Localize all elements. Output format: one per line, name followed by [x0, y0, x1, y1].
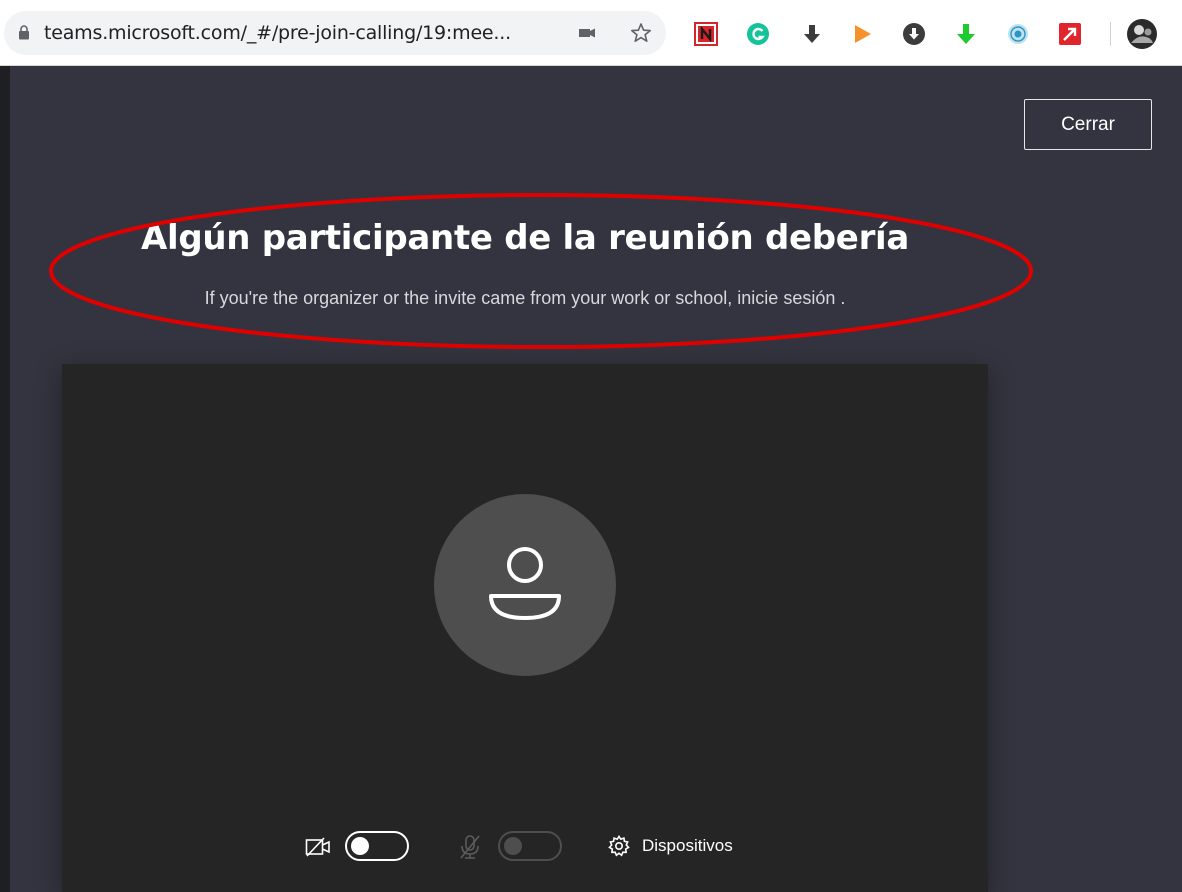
address-bar[interactable]: teams.microsoft.com/_#/pre-join-calling/… [4, 11, 666, 55]
camera-toggle-knob [351, 837, 369, 855]
page-title: Algún participante de la reunión debería [140, 218, 910, 258]
subtitle-text: If you're the organizer or the invite ca… [204, 288, 738, 308]
download-circle-icon[interactable] [902, 22, 926, 46]
devices-button[interactable]: Dispositivos [607, 833, 733, 859]
url-text[interactable]: teams.microsoft.com/_#/pre-join-calling/… [44, 22, 511, 44]
left-edge [0, 66, 10, 892]
download-icon[interactable] [800, 22, 824, 46]
signin-link[interactable]: inicie sesión [737, 288, 835, 308]
mic-toggle-knob [504, 837, 522, 855]
grammarly-icon[interactable] [746, 22, 770, 46]
lock-icon[interactable] [18, 25, 30, 40]
newsguard-icon[interactable] [694, 22, 718, 46]
bookmark-star-icon[interactable] [630, 22, 652, 44]
page-subtitle: If you're the organizer or the invite ca… [0, 288, 1050, 309]
camera-toggle[interactable] [345, 831, 409, 861]
camera-off-icon [305, 837, 330, 857]
play-icon[interactable] [850, 22, 874, 46]
prejoin-screen: Cerrar Algún participante de la reunión … [0, 66, 1182, 892]
toolbar-separator [1110, 22, 1111, 46]
device-controls: Dispositivos [62, 822, 988, 870]
mic-off-icon [460, 835, 480, 859]
annotation-ellipse [49, 193, 1033, 349]
acrobat-icon[interactable] [1058, 22, 1082, 46]
subtitle-suffix: . [835, 288, 846, 308]
devices-label: Dispositivos [642, 836, 733, 855]
close-button[interactable]: Cerrar [1024, 99, 1152, 150]
camera-icon[interactable] [576, 22, 598, 44]
video-preview: Dispositivos [62, 364, 988, 892]
gear-icon [608, 835, 630, 857]
person-icon [489, 547, 561, 620]
globe-extension-icon[interactable] [1006, 22, 1030, 46]
green-download-icon[interactable] [954, 22, 978, 46]
profile-avatar-icon[interactable] [1126, 18, 1158, 50]
avatar [434, 494, 616, 676]
mic-toggle[interactable] [498, 831, 562, 861]
browser-toolbar: teams.microsoft.com/_#/pre-join-calling/… [0, 0, 1182, 66]
